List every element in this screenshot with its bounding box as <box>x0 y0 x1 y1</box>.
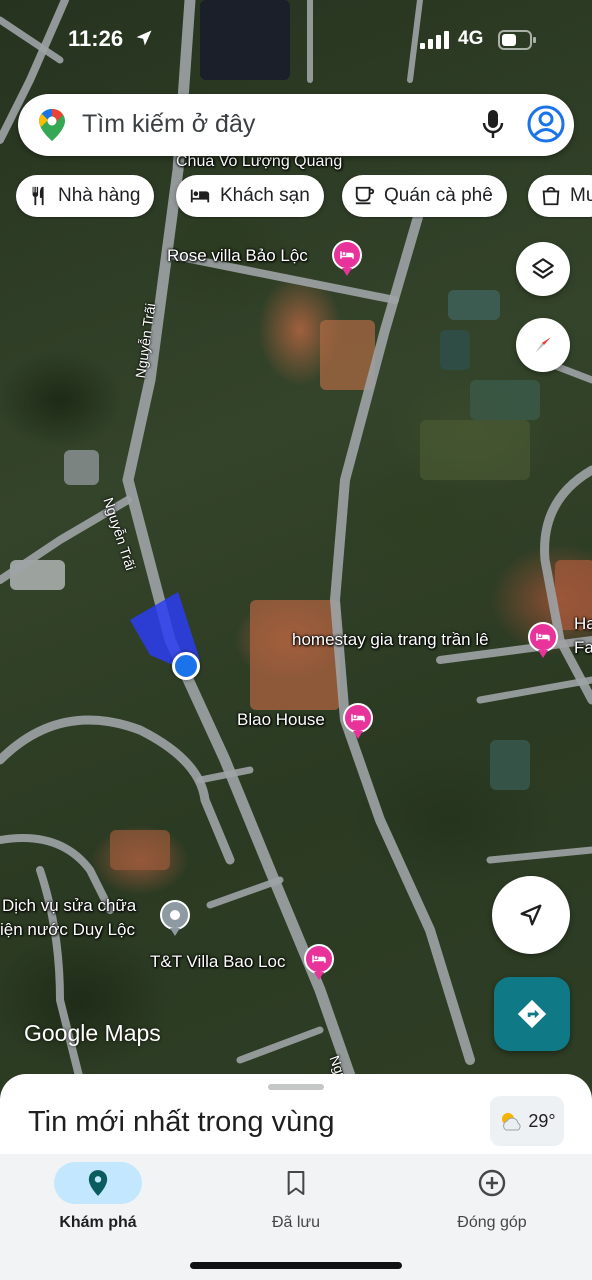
microphone-icon[interactable] <box>480 108 506 142</box>
place-label-homestay[interactable]: homestay gia trang trần lê <box>292 630 489 650</box>
place-label-dich-vu[interactable]: Dịch vụ sửa chữa <box>2 896 136 916</box>
directions-button[interactable] <box>494 977 570 1051</box>
my-location-button[interactable] <box>492 876 570 954</box>
google-maps-logo-icon <box>39 109 65 141</box>
category-chips: Nhà hàng Khách sạn Quán cà phê Mu <box>16 175 592 219</box>
weather-badge[interactable]: 29° <box>490 1096 564 1146</box>
place-label-rose-villa[interactable]: Rose villa Bảo Lộc <box>167 246 308 266</box>
chip-label: Mu <box>570 185 592 206</box>
search-bar[interactable]: Tìm kiếm ở đây <box>18 94 574 156</box>
navigation-arrow-icon <box>520 904 542 926</box>
nav-label: Khám phá <box>59 1214 137 1231</box>
directions-icon <box>517 999 547 1029</box>
hotel-pin-rose-villa[interactable] <box>332 240 362 276</box>
chip-label: Nhà hàng <box>58 185 141 206</box>
place-label-edge[interactable]: Fa <box>574 638 592 658</box>
bed-icon <box>536 633 550 641</box>
nav-label: Đã lưu <box>271 1214 321 1231</box>
layers-icon <box>532 258 554 279</box>
sheet-drag-handle[interactable] <box>268 1084 324 1090</box>
place-label-edge[interactable]: Ha <box>574 614 592 634</box>
shopping-bag-icon <box>542 186 560 206</box>
nav-saved[interactable]: Đã lưu <box>206 1162 386 1252</box>
hotel-icon <box>190 189 210 203</box>
home-indicator[interactable] <box>190 1262 402 1269</box>
compass-icon <box>535 337 551 353</box>
account-icon[interactable] <box>526 104 566 144</box>
compass-button[interactable] <box>516 318 570 372</box>
nav-contribute[interactable]: Đóng góp <box>402 1162 582 1252</box>
place-label-blao-house[interactable]: Blao House <box>237 710 325 730</box>
status-bar: 11:26 4G <box>0 22 592 62</box>
partly-cloudy-icon <box>502 1113 521 1131</box>
nav-saved-icon-wrap <box>252 1162 340 1204</box>
nav-explore-icon-wrap <box>54 1162 142 1204</box>
network-type: 4G <box>458 28 484 49</box>
explore-pin-icon <box>88 1170 108 1196</box>
chip-label: Quán cà phê <box>384 185 493 206</box>
layers-button[interactable] <box>516 242 570 296</box>
service-pin[interactable] <box>160 900 190 936</box>
chip-hotels[interactable]: Khách sạn <box>176 175 324 217</box>
google-maps-attribution: Google Maps <box>24 1020 161 1046</box>
restaurant-icon <box>32 186 44 206</box>
bed-icon <box>340 251 354 259</box>
chip-restaurants[interactable]: Nhà hàng <box>16 175 155 217</box>
chip-coffee[interactable]: Quán cà phê <box>342 175 507 217</box>
chip-label: Khách sạn <box>220 185 310 206</box>
nav-explore[interactable]: Khám phá <box>8 1162 188 1252</box>
bed-icon <box>312 955 326 963</box>
bed-icon <box>351 714 365 722</box>
current-location-dot <box>172 652 200 680</box>
temperature: 29° <box>528 1110 556 1131</box>
nav-label: Đóng góp <box>457 1214 527 1231</box>
nav-contribute-icon-wrap <box>448 1162 536 1204</box>
place-label-tt-villa[interactable]: T&T Villa Bao Loc <box>150 952 285 972</box>
search-input[interactable]: Tìm kiếm ở đây <box>82 110 255 139</box>
location-arrow-icon <box>136 30 152 46</box>
hotel-pin-blao-house[interactable] <box>343 703 373 739</box>
hotel-pin-tt-villa[interactable] <box>304 944 334 980</box>
bookmark-icon <box>287 1170 305 1196</box>
place-label-dich-vu[interactable]: iện nước Duy Lộc <box>0 920 135 940</box>
coffee-icon <box>355 186 375 205</box>
chip-shopping[interactable]: Mu <box>528 175 592 217</box>
signal-icon <box>420 31 449 49</box>
status-time: 11:26 <box>68 26 124 51</box>
hotel-pin-homestay[interactable] <box>528 622 558 658</box>
battery-icon <box>498 30 536 50</box>
add-circle-icon <box>478 1169 506 1197</box>
sheet-title: Tin mới nhất trong vùng <box>28 1106 335 1138</box>
